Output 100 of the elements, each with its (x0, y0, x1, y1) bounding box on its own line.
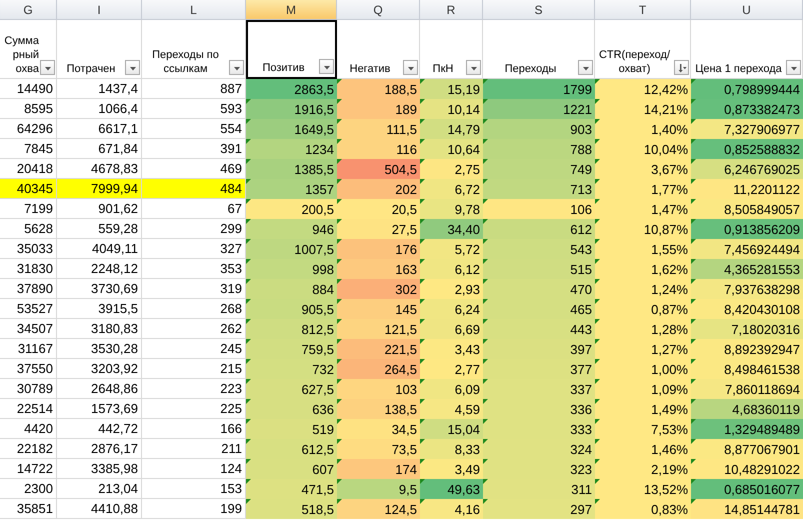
cell-value: 759,5 (301, 342, 334, 356)
cell-value: 7,18020316 (731, 322, 800, 336)
table-cell: 37890 (0, 279, 57, 299)
cell-value: 174 (395, 462, 417, 476)
cell-value: 116 (396, 142, 417, 156)
cell-value: 732 (312, 362, 334, 376)
cell-value: 6,12 (454, 262, 480, 276)
cell-value: 8,420430108 (724, 302, 800, 316)
cell-value: 73,5 (392, 442, 417, 456)
cell-value: 1,40% (651, 122, 688, 136)
cell-value: 311 (571, 482, 592, 496)
cell-value: 6,72 (454, 182, 480, 196)
cell-value: 4,68360119 (732, 402, 800, 416)
cell-value: 202 (395, 182, 417, 196)
table-cell: 37550 (0, 359, 57, 379)
table-cell: 53527 (0, 299, 57, 319)
table-cell: 2248,12 (57, 259, 142, 279)
cell-value: 7,327906977 (724, 122, 800, 136)
cell-value: 111,5 (386, 122, 417, 136)
cell-value: 10,64 (447, 142, 480, 156)
table-cell: 442,72 (57, 419, 142, 439)
cell-value: 176 (395, 242, 417, 256)
cell-value: 5,72 (454, 242, 480, 256)
table-cell: 1066,4 (57, 99, 142, 119)
table-cell: 30789 (0, 379, 57, 399)
cell-value: 6,69 (454, 322, 480, 336)
cell-value: 189 (395, 102, 417, 116)
cell-value: 1221 (563, 102, 592, 116)
cell-value: 0,87% (651, 302, 688, 316)
column-letter[interactable]: R (420, 0, 483, 20)
cell-value: 7,456924494 (724, 242, 800, 256)
column-letter[interactable]: M (246, 0, 337, 20)
cell-value: 4,16 (454, 502, 480, 516)
cell-value: 2863,5 (294, 82, 334, 96)
cell-value: 1,46% (651, 442, 688, 456)
cell-value: 1,62% (651, 262, 688, 276)
cell-value: 443 (570, 322, 592, 336)
cell-value: 10,04% (644, 142, 688, 156)
cell-value: 1,49% (651, 402, 688, 416)
cell-value: 138,5 (384, 402, 417, 416)
cell-value: 20,5 (392, 202, 417, 216)
cell-value: 11,2201122 (733, 182, 800, 196)
column-letter[interactable]: L (142, 0, 246, 20)
cell-value: 1,329489489 (724, 422, 800, 436)
table-cell: 35851 (0, 499, 57, 519)
cell-value: 470 (570, 282, 592, 296)
cell-value: 0,873382473 (724, 102, 800, 116)
cell-value: 8,505849057 (724, 202, 800, 216)
table-cell: 4420 (0, 419, 57, 439)
cell-value: 10,14 (447, 102, 480, 116)
cell-value: 121,5 (384, 322, 417, 336)
column-letter[interactable]: Q (337, 0, 420, 20)
column-letter[interactable]: T (595, 0, 691, 20)
cell-value: 1357 (305, 182, 334, 196)
column-letter[interactable]: S (483, 0, 595, 20)
cell-value: 0,913856209 (724, 222, 800, 236)
cell-value: 0,685016077 (724, 482, 800, 496)
cell-value: 8,892392947 (724, 342, 800, 356)
cell-value: 1,27% (651, 342, 688, 356)
cell-value: 15,19 (447, 82, 480, 96)
table-cell: 3203,92 (57, 359, 142, 379)
table-cell: 7999,94 (57, 179, 142, 199)
cell-value: 163 (395, 262, 417, 276)
cell-value: 2,93 (454, 282, 480, 296)
cell-value: 12,42% (644, 82, 688, 96)
column-letter[interactable]: G (0, 0, 57, 20)
cell-value: 1,00% (651, 362, 688, 376)
column-letter[interactable]: U (691, 0, 803, 20)
column-letter[interactable]: I (57, 0, 142, 20)
table-cell: 34507 (0, 319, 57, 339)
table-cell: 35033 (0, 239, 57, 259)
cell-value: 6,24 (454, 302, 480, 316)
cell-value: 9,78 (454, 202, 480, 216)
cell-value: 8,498461538 (724, 362, 800, 376)
cell-value: 323 (570, 462, 592, 476)
cell-value: 13,52% (644, 482, 688, 496)
cell-value: 1,09% (651, 382, 688, 396)
cell-value: 200,5 (301, 202, 334, 216)
table-cell: 3530,28 (57, 339, 142, 359)
table-cell: 14722 (0, 459, 57, 479)
table-cell: 901,62 (57, 199, 142, 219)
table-cell: 7845 (0, 139, 57, 159)
cell-value: 2,75 (454, 162, 480, 176)
table-cell: 2648,86 (57, 379, 142, 399)
table-cell: 40345 (0, 179, 57, 199)
cell-value: 1799 (563, 82, 592, 96)
column-header: Переходы по ссылкам (151, 48, 220, 76)
table-cell: 1573,69 (57, 399, 142, 419)
column-header: ПкН (432, 62, 454, 76)
cell-value: 221,5 (384, 342, 417, 356)
cell-value: 713 (570, 182, 592, 196)
table-cell: 1437,4 (57, 79, 142, 99)
table-cell: 22514 (0, 399, 57, 419)
table-cell: 31830 (0, 259, 57, 279)
table-cell: 4049,11 (57, 239, 142, 259)
cell-value: 337 (570, 382, 592, 396)
cell-value: 6,246769025 (724, 162, 800, 176)
cell-value: 34,5 (392, 422, 417, 436)
cell-value: 1,47% (651, 202, 688, 216)
cell-value: 324 (570, 442, 592, 456)
